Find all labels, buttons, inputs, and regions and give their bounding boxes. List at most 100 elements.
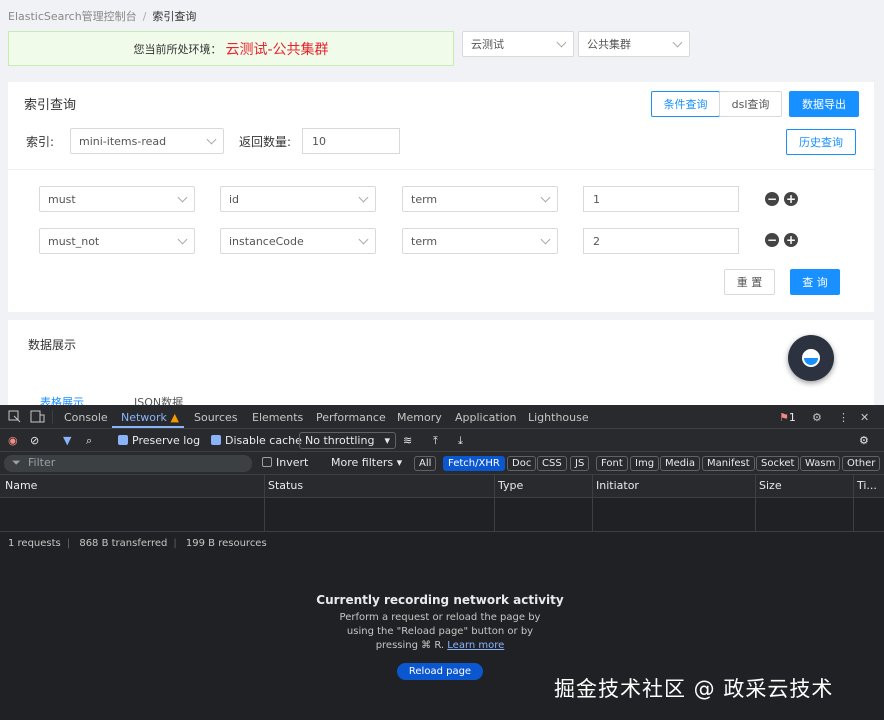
reload-page-button[interactable]: Reload page — [396, 663, 484, 680]
column-initiator[interactable]: Initiator — [596, 479, 639, 492]
filter-chip-font[interactable]: Font — [596, 456, 628, 471]
disable-cache-checkbox[interactable]: Disable cache — [211, 434, 302, 447]
condition-field-select[interactable]: instanceCode — [220, 228, 376, 254]
count-label: 返回数量: — [239, 135, 292, 149]
issues-counter[interactable]: ⚑1 — [779, 411, 796, 424]
condition-clause-value: must — [48, 192, 76, 206]
add-condition-icon[interactable]: + — [784, 233, 798, 247]
tab-memory[interactable]: Memory — [397, 411, 442, 424]
column-type[interactable]: Type — [498, 479, 523, 492]
dropdown-arrow-icon: ▾ — [384, 434, 390, 447]
export-har-icon[interactable]: ⤓ — [458, 434, 463, 448]
filter-chip-manifest[interactable]: Manifest — [702, 456, 755, 471]
tab-elements[interactable]: Elements — [252, 411, 303, 424]
close-devtools-icon[interactable]: ✕ — [860, 411, 869, 424]
disable-cache-label: Disable cache — [225, 434, 302, 447]
condition-clause-select[interactable]: must — [39, 186, 195, 212]
count-input[interactable]: 10 — [302, 128, 400, 154]
summary-requests: 1 requests — [8, 538, 61, 549]
condition-operator-value: term — [411, 192, 438, 206]
breadcrumb-root[interactable]: ElasticSearch管理控制台 — [8, 10, 137, 23]
network-summary: 1 requests | 868 B transferred | 199 B res… — [8, 538, 267, 549]
floating-action-button[interactable] — [788, 335, 834, 381]
app-page: ElasticSearch管理控制台 / 索引查询 您当前所处环境： 云测试-公共集… — [0, 0, 884, 405]
filter-chip-wasm[interactable]: Wasm — [800, 456, 841, 471]
remove-condition-icon[interactable]: − — [765, 192, 779, 206]
condition-value-input[interactable]: 2 — [583, 228, 739, 254]
tab-lighthouse[interactable]: Lighthouse — [528, 411, 589, 424]
import-har-icon[interactable]: ⤒ — [433, 434, 438, 448]
condition-field-value: instanceCode — [229, 234, 304, 248]
chevron-down-icon — [540, 234, 551, 244]
device-toolbar-icon[interactable] — [30, 410, 45, 423]
issue-icon: ⚑ — [779, 411, 789, 424]
tab-network[interactable]: Network ▲ — [121, 411, 179, 424]
dsl-query-button[interactable]: dsl查询 — [719, 91, 782, 117]
search-button[interactable]: 查 询 — [790, 269, 840, 295]
throttling-select[interactable]: No throttling ▾ — [299, 432, 396, 449]
network-table-header: Name Status Type Initiator Size Ti... — [0, 475, 884, 498]
condition-operator-select[interactable]: term — [402, 186, 558, 212]
filter-icon: ⏷ — [12, 456, 21, 469]
index-select[interactable]: mini-items-read — [70, 128, 224, 154]
more-filters-label: More filters — [331, 456, 394, 469]
condition-operator-value: term — [411, 234, 438, 248]
network-conditions-icon[interactable]: ≋ — [403, 434, 412, 447]
filter-chip-js[interactable]: JS — [570, 456, 590, 471]
condition-field-value: id — [229, 192, 240, 206]
filter-funnel-icon[interactable]: ▼ — [63, 434, 71, 447]
column-size[interactable]: Size — [759, 479, 782, 492]
remove-condition-icon[interactable]: − — [765, 233, 779, 247]
condition-value-input[interactable]: 1 — [583, 186, 739, 212]
preserve-log-checkbox[interactable]: Preserve log — [118, 434, 200, 447]
checkbox-unchecked-icon — [262, 457, 272, 467]
reset-button[interactable]: 重 置 — [724, 269, 775, 295]
chevron-down-icon — [206, 134, 217, 144]
env-select-cloud[interactable]: 云测试 — [462, 31, 574, 57]
column-status[interactable]: Status — [268, 479, 303, 492]
filter-chip-doc[interactable]: Doc — [507, 456, 537, 471]
tab-performance[interactable]: Performance — [316, 411, 386, 424]
query-panel-title: 索引查询 — [24, 98, 77, 113]
more-options-icon[interactable]: ⋮ — [838, 411, 849, 424]
filter-chip-other[interactable]: Other — [842, 456, 881, 471]
env-select-cluster[interactable]: 公共集群 — [578, 31, 690, 57]
filter-chip-img[interactable]: Img — [630, 456, 660, 471]
tab-console[interactable]: Console — [64, 411, 108, 424]
checkbox-checked-icon — [118, 435, 128, 445]
more-filters-dropdown[interactable]: More filters ▾ — [331, 456, 402, 469]
search-icon[interactable]: ⌕ — [86, 434, 92, 448]
condition-clause-value: must_not — [48, 234, 100, 248]
filter-chip-socket[interactable]: Socket — [756, 456, 800, 471]
add-condition-icon[interactable]: + — [784, 192, 798, 206]
column-divider — [264, 475, 265, 532]
filter-chip-fetch-xhr[interactable]: Fetch/XHR — [443, 456, 505, 471]
condition-query-button[interactable]: 条件查询 — [651, 91, 720, 117]
filter-chip-media[interactable]: Media — [660, 456, 701, 471]
environment-banner: 您当前所处环境： 云测试-公共集群 — [8, 31, 454, 66]
column-divider — [592, 475, 593, 532]
condition-operator-select[interactable]: term — [402, 228, 558, 254]
export-data-button[interactable]: 数据导出 — [789, 91, 859, 117]
tab-json-view[interactable]: JSON数据 — [134, 394, 183, 405]
throttling-value: No throttling — [305, 434, 375, 447]
network-settings-gear-icon[interactable]: ⚙ — [859, 434, 869, 447]
inspect-element-icon[interactable] — [8, 410, 21, 423]
settings-gear-icon[interactable]: ⚙ — [812, 411, 822, 424]
filter-chip-css[interactable]: CSS — [537, 456, 567, 471]
filter-chip-all[interactable]: All — [414, 456, 437, 471]
tab-sources[interactable]: Sources — [194, 411, 238, 424]
data-panel: 数据展示 表格展示 JSON数据 — [8, 320, 874, 405]
filter-input[interactable]: ⏷ Filter — [4, 455, 252, 472]
record-stop-icon[interactable]: ◉ — [8, 434, 18, 447]
column-name[interactable]: Name — [5, 479, 37, 492]
condition-clause-select[interactable]: must_not — [39, 228, 195, 254]
tab-application[interactable]: Application — [455, 411, 516, 424]
column-time[interactable]: Ti... — [857, 479, 877, 492]
learn-more-link[interactable]: Learn more — [447, 640, 504, 651]
history-query-button[interactable]: 历史查询 — [786, 129, 856, 155]
tab-table-view[interactable]: 表格展示 — [40, 394, 84, 405]
invert-checkbox[interactable]: Invert — [262, 456, 308, 469]
clear-icon[interactable]: ⊘ — [30, 434, 39, 447]
condition-field-select[interactable]: id — [220, 186, 376, 212]
